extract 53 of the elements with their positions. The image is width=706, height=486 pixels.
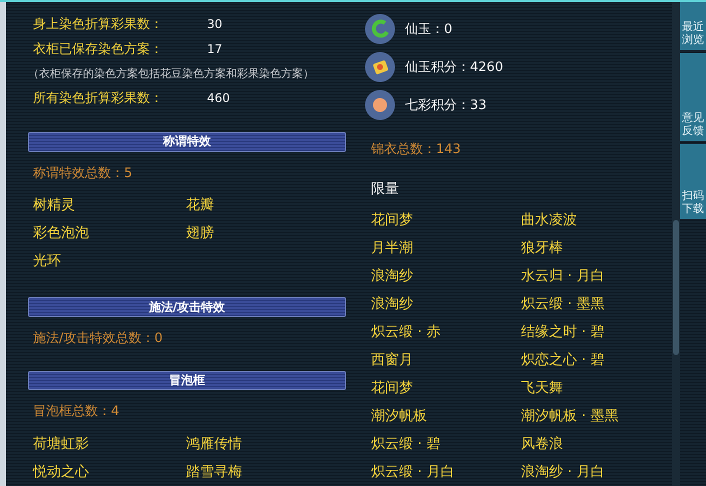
effect-item: 荷塘虹影 bbox=[33, 434, 89, 454]
outfit-item: 飞天舞 bbox=[521, 379, 563, 398]
effect-item: 鸿雁传情 bbox=[186, 434, 242, 454]
effect-item: 踏雪寻梅 bbox=[186, 462, 242, 482]
outfit-item: 炽云缎 · 月白 bbox=[371, 463, 454, 482]
outfit-item: 潮汐帆板 bbox=[371, 407, 427, 426]
effect-item: 花瓣 bbox=[186, 196, 214, 216]
section-header: 称谓特效 bbox=[28, 132, 346, 152]
outfit-count: 锦衣总数：143 bbox=[370, 141, 461, 158]
side-button[interactable]: 扫码 下载 bbox=[680, 144, 706, 219]
effect-item: 彩色泡泡 bbox=[33, 224, 89, 244]
jade-icon bbox=[365, 14, 395, 44]
note-text: （衣柜保存的染色方案包括花豆染色方案和彩果染色方案） bbox=[28, 66, 315, 82]
section-count: 称谓特效总数：5 bbox=[33, 164, 132, 183]
stat-label: 身上染色折算彩果数： bbox=[33, 16, 164, 34]
stat-label: 衣柜已保存染色方案： bbox=[33, 40, 164, 58]
outfit-item: 浪淘纱 bbox=[371, 295, 413, 314]
outfit-item: 炽恋之心 · 碧 bbox=[521, 351, 604, 370]
outfit-item: 浪淘纱 bbox=[371, 267, 413, 286]
ticket-icon bbox=[365, 52, 395, 82]
effect-item: 翅膀 bbox=[186, 224, 214, 244]
outfit-item: 炽云缎 · 赤 bbox=[371, 323, 440, 342]
stat-value: 17 bbox=[207, 42, 222, 56]
stat-label: 所有染色折算彩果数： bbox=[33, 90, 164, 107]
section-count: 冒泡框总数：4 bbox=[33, 403, 120, 422]
outfit-item: 狼牙棒 bbox=[521, 239, 563, 258]
section-header: 冒泡框 bbox=[28, 370, 346, 390]
outfit-item: 浪淘纱 · 月白 bbox=[521, 463, 604, 482]
outfit-item: 结缘之时 · 碧 bbox=[521, 323, 604, 342]
outfit-item: 曲水凌波 bbox=[521, 211, 577, 230]
outfit-item: 炽云缎 · 碧 bbox=[371, 435, 440, 454]
outfit-item: 潮汐帆板 · 墨黑 bbox=[521, 407, 618, 426]
stat-value: 460 bbox=[207, 90, 230, 105]
outfit-item: 风卷浪 bbox=[521, 435, 563, 454]
outfit-item: 花间梦 bbox=[371, 211, 413, 230]
currency-text: 仙玉：0 bbox=[405, 21, 452, 38]
effect-item: 光环 bbox=[33, 252, 61, 272]
section-count: 施法/攻击特效总数：0 bbox=[33, 330, 163, 348]
outfit-item: 水云归 · 月白 bbox=[521, 267, 604, 286]
section-header: 施法/攻击特效 bbox=[28, 297, 346, 318]
outfit-item: 炽云缎 · 墨黑 bbox=[521, 295, 604, 314]
category-title: 限量 bbox=[370, 180, 399, 198]
stat-value: 30 bbox=[207, 17, 222, 32]
side-button[interactable]: 最近 浏览 bbox=[680, 2, 706, 50]
outfit-item: 西窗月 bbox=[371, 351, 413, 370]
scrollbar[interactable] bbox=[672, 2, 680, 486]
currency-text: 七彩积分：33 bbox=[405, 97, 487, 114]
side-button[interactable]: 意见 反馈 bbox=[680, 53, 706, 141]
currency-text: 仙玉积分：4260 bbox=[405, 59, 504, 76]
outfit-item: 花间梦 bbox=[371, 379, 413, 398]
effect-item: 树精灵 bbox=[33, 196, 75, 216]
outfit-item: 月半潮 bbox=[371, 239, 413, 258]
effect-item: 悦动之心 bbox=[33, 462, 89, 482]
